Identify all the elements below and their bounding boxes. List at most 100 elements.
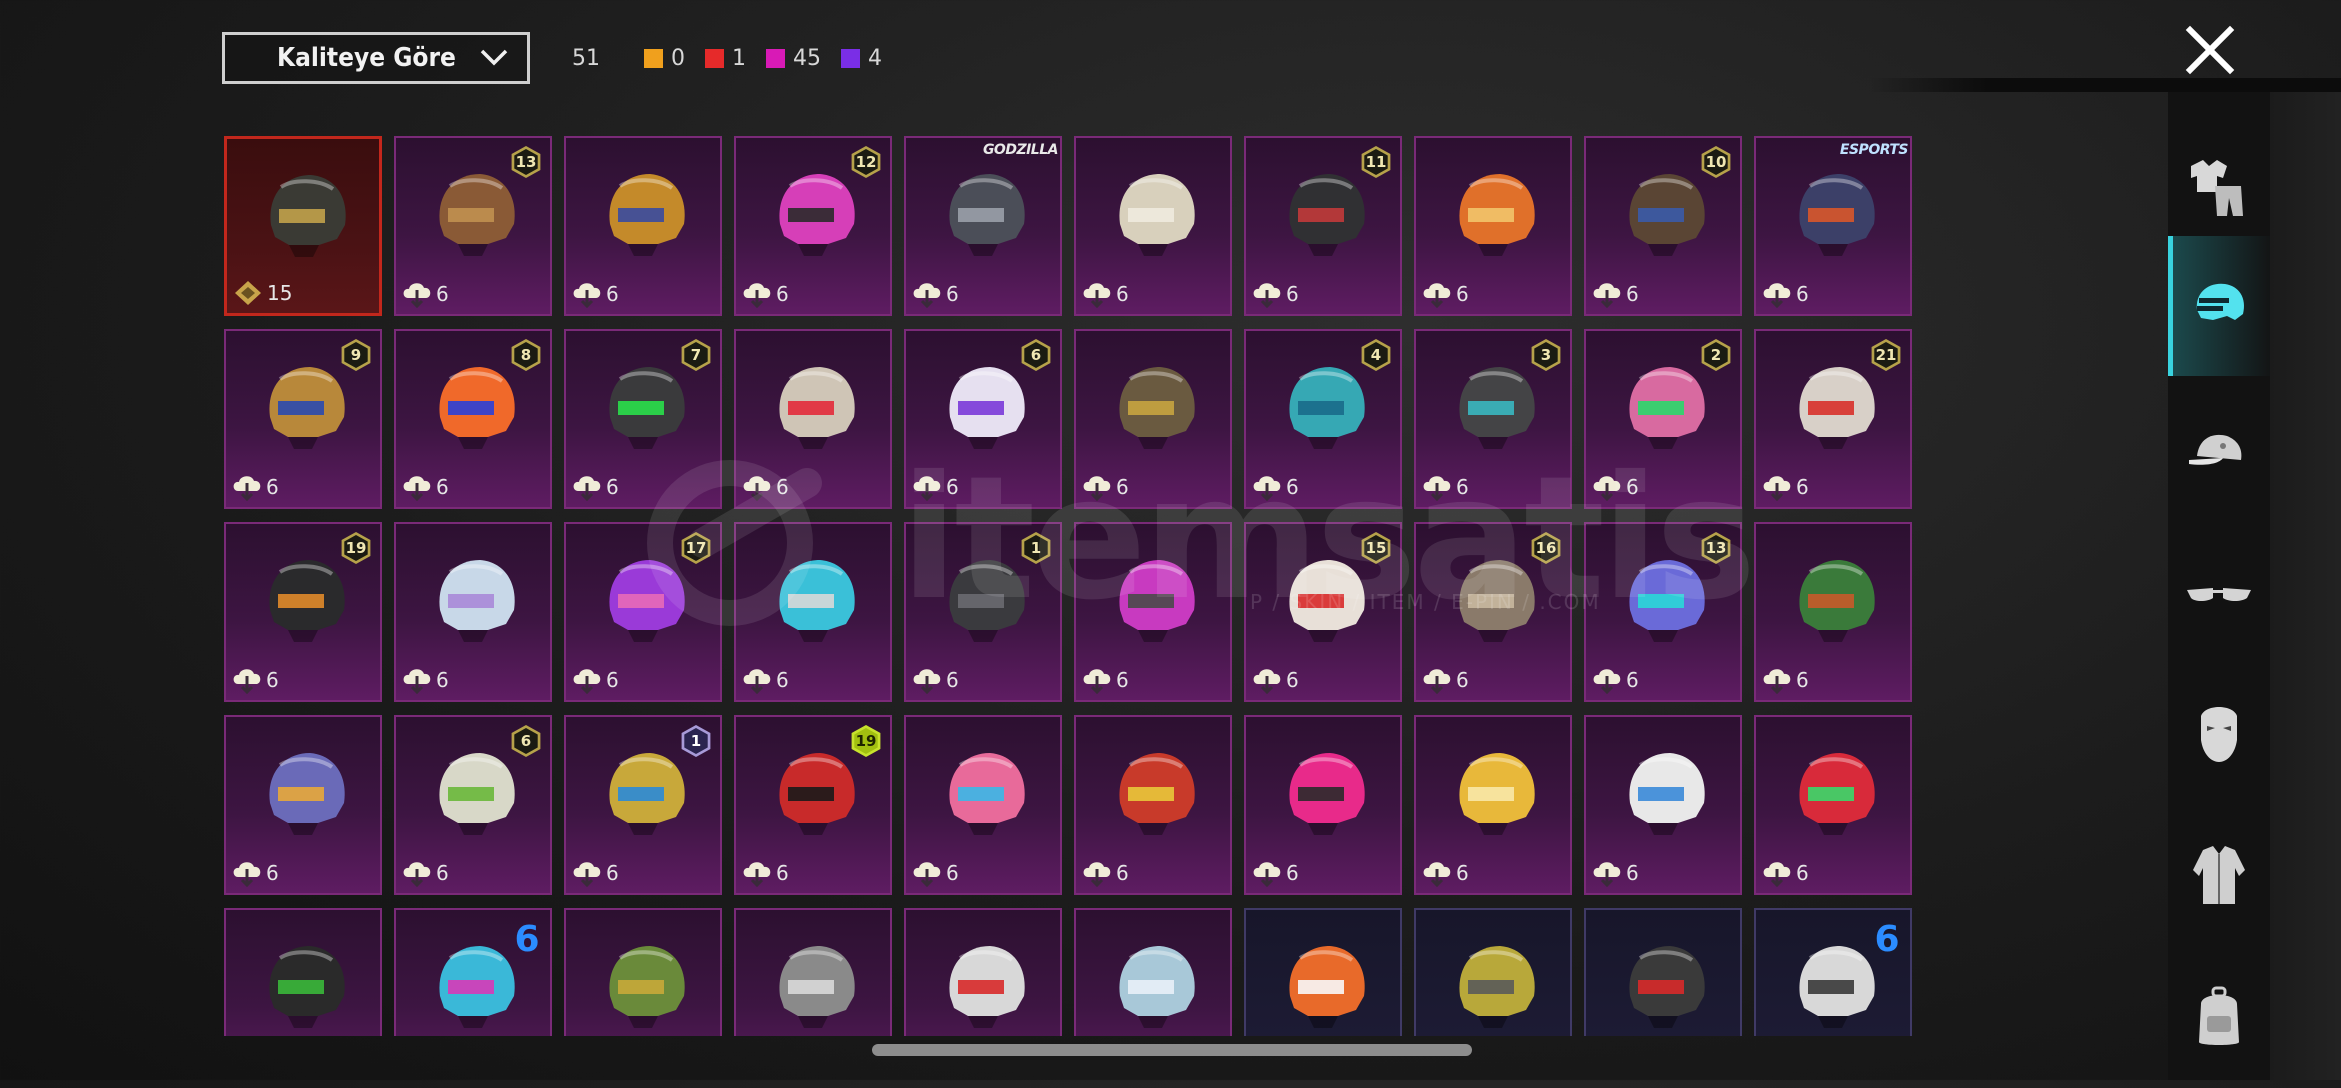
- helmet-item-card[interactable]: 6: [1414, 908, 1572, 1036]
- helmet-item-card[interactable]: GODZILLA 6: [904, 136, 1062, 316]
- item-price: 6: [1592, 666, 1639, 694]
- item-price-value: 6: [1286, 475, 1299, 499]
- helmet-item-card[interactable]: 66: [394, 908, 552, 1036]
- item-price-value: 6: [1626, 282, 1639, 306]
- helmet-item-card[interactable]: 6: [224, 908, 382, 1036]
- level-badge-value: 15: [1364, 535, 1388, 561]
- helmet-item-card[interactable]: 66: [904, 329, 1062, 509]
- category-backpack[interactable]: [2168, 948, 2270, 1088]
- helmet-item-card[interactable]: 19 6: [734, 715, 892, 895]
- helmet-item-card[interactable]: 6: [734, 908, 892, 1036]
- helmet-skin-image: [1629, 367, 1705, 449]
- helmet-item-card[interactable]: 6: [1584, 908, 1742, 1036]
- helmet-grid: 15 13 6 6 12 6 GODZILLA 6 6 11 6 6 10 6 ESPORTS 6 9 6 8 6 7 6…: [224, 136, 1914, 1036]
- helmet-item-card[interactable]: 6: [1244, 908, 1402, 1036]
- helmet-item-card[interactable]: 15: [224, 136, 382, 316]
- helmet-item-card[interactable]: 96: [224, 329, 382, 509]
- category-glasses[interactable]: [2168, 522, 2270, 662]
- helmet-item-card[interactable]: 19 6: [224, 522, 382, 702]
- count-orange: 0: [644, 46, 685, 71]
- cloud-download-icon: [913, 283, 941, 308]
- helmet-item-card[interactable]: 17 6: [564, 522, 722, 702]
- item-price-value: 6: [436, 475, 449, 499]
- helmet-item-card[interactable]: 13 6: [1584, 522, 1742, 702]
- helmet-item-card[interactable]: 11 6: [1244, 136, 1402, 316]
- helmet-item-card[interactable]: 13 6: [394, 136, 552, 316]
- helmet-item-card[interactable]: 16: [904, 522, 1062, 702]
- helmet-item-card[interactable]: 6: [734, 329, 892, 509]
- helmet-skin-image: [439, 560, 515, 642]
- level-badge-value: 1: [1024, 535, 1048, 561]
- helmet-item-card[interactable]: 6: [564, 136, 722, 316]
- helmet-item-card[interactable]: 12 6: [734, 136, 892, 316]
- helmet-skin-image: [1799, 367, 1875, 449]
- helmet-item-card[interactable]: 21 6: [1754, 329, 1912, 509]
- helmet-icon: [2196, 283, 2245, 320]
- close-icon[interactable]: [2180, 20, 2240, 80]
- helmet-item-card[interactable]: 6: [564, 908, 722, 1036]
- helmet-item-card[interactable]: 6: [1414, 136, 1572, 316]
- helmet-item-card[interactable]: 6: [1244, 715, 1402, 895]
- item-price-value: 6: [1626, 861, 1639, 885]
- count-pink: 45: [766, 46, 821, 71]
- helmet-skin-image: [1799, 946, 1875, 1028]
- helmet-item-card[interactable]: 6: [1074, 136, 1232, 316]
- helmet-skin-image: [1459, 753, 1535, 835]
- cloud-download-icon: [913, 669, 941, 694]
- helmet-skin-image: [270, 175, 346, 257]
- item-price: 6: [402, 859, 449, 887]
- item-price: 6: [1082, 280, 1129, 308]
- item-price: 6: [232, 859, 279, 887]
- helmet-item-card[interactable]: 6: [394, 522, 552, 702]
- helmet-item-card[interactable]: 6: [904, 715, 1062, 895]
- helmet-item-card[interactable]: 86: [394, 329, 552, 509]
- helmet-item-card[interactable]: 16: [564, 715, 722, 895]
- helmet-item-card[interactable]: 6: [1074, 329, 1232, 509]
- category-cap[interactable]: [2168, 382, 2270, 522]
- helmet-item-card[interactable]: 66: [394, 715, 552, 895]
- helmet-item-card[interactable]: 36: [1414, 329, 1572, 509]
- category-jacket[interactable]: [2168, 806, 2270, 946]
- sort-dropdown[interactable]: Kaliteye Göre: [222, 32, 530, 84]
- helmet-item-card[interactable]: 6: [1074, 522, 1232, 702]
- item-price: 6: [742, 666, 789, 694]
- home-indicator[interactable]: [872, 1044, 1472, 1056]
- item-price: 6: [1762, 473, 1809, 501]
- category-helmet[interactable]: [2168, 236, 2270, 376]
- helmet-item-card[interactable]: 6: [1754, 522, 1912, 702]
- helmet-skin-image: [1799, 753, 1875, 835]
- item-price-value: 6: [436, 668, 449, 692]
- helmet-item-card[interactable]: 6: [1414, 715, 1572, 895]
- helmet-item-card[interactable]: 16 6: [1414, 522, 1572, 702]
- item-price-value: 6: [1626, 668, 1639, 692]
- item-price: 6: [912, 473, 959, 501]
- helmet-item-card[interactable]: 76: [564, 329, 722, 509]
- helmet-item-card[interactable]: 6: [904, 908, 1062, 1036]
- cloud-download-icon: [573, 476, 601, 501]
- helmet-item-card[interactable]: 6: [1584, 715, 1742, 895]
- helmet-item-card[interactable]: 6: [1074, 715, 1232, 895]
- helmet-item-card[interactable]: 6: [734, 522, 892, 702]
- helmet-item-card[interactable]: 6: [224, 715, 382, 895]
- helmet-item-card[interactable]: 10 6: [1584, 136, 1742, 316]
- helmet-skin-image: [779, 753, 855, 835]
- helmet-skin-image: [1799, 560, 1875, 642]
- cloud-download-icon: [1423, 862, 1451, 887]
- item-price-value: 6: [1286, 282, 1299, 306]
- helmet-item-card[interactable]: 15 6: [1244, 522, 1402, 702]
- helmet-item-card[interactable]: 66: [1754, 908, 1912, 1036]
- item-price-value: 6: [946, 282, 959, 306]
- helmet-item-card[interactable]: 46: [1244, 329, 1402, 509]
- helmet-item-card[interactable]: 6: [1754, 715, 1912, 895]
- cloud-download-icon: [1763, 669, 1791, 694]
- item-price-value: 6: [1456, 475, 1469, 499]
- helmet-item-card[interactable]: 26: [1584, 329, 1742, 509]
- helmet-skin-image: [269, 560, 345, 642]
- cloud-download-icon: [1593, 669, 1621, 694]
- item-price: 6: [1252, 280, 1299, 308]
- category-mask[interactable]: [2168, 664, 2270, 804]
- helmet-item-card[interactable]: 6: [1074, 908, 1232, 1036]
- helmet-item-card[interactable]: ESPORTS 6: [1754, 136, 1912, 316]
- item-price: 6: [742, 473, 789, 501]
- item-price: 6: [232, 473, 279, 501]
